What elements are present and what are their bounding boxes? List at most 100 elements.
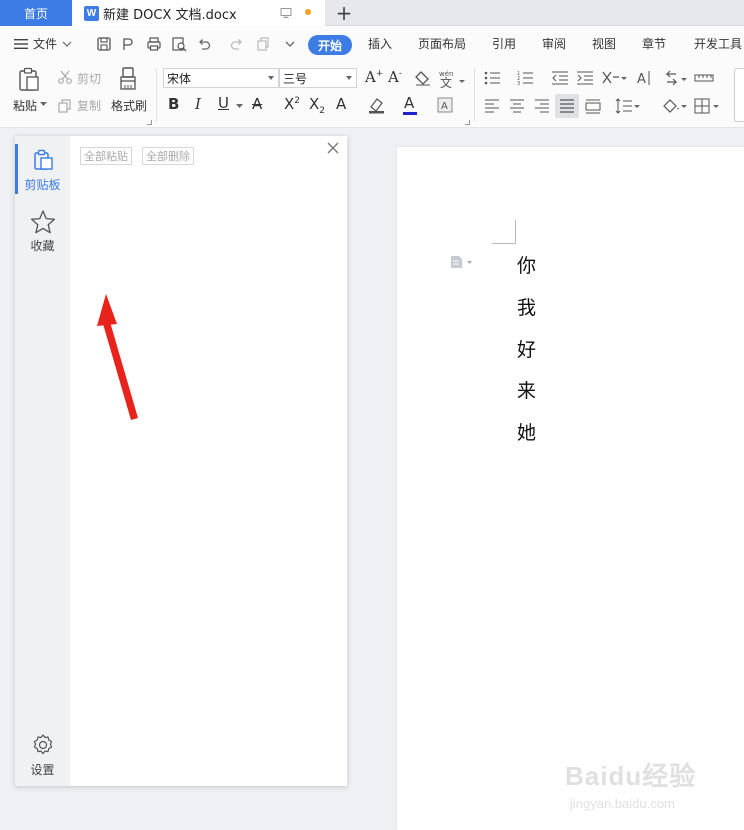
watermark-url: jingyan.baidu.com <box>570 796 675 811</box>
clipboard-pane: 剪贴板 收藏 设置 全部粘贴 全部删除 <box>15 136 347 786</box>
tab-document[interactable]: W 新建 DOCX 文档.docx <box>72 0 325 26</box>
chinese-layout-icon[interactable] <box>601 69 627 87</box>
borders-icon[interactable] <box>694 97 722 115</box>
print-preview-icon[interactable] <box>171 36 187 52</box>
tab-developer-tools[interactable]: 开发工具 <box>694 35 742 52</box>
sidebar-item-label: 剪贴板 <box>24 178 61 192</box>
subscript-icon[interactable]: X2 <box>309 95 325 116</box>
font-group-launcher[interactable] <box>465 120 470 125</box>
distributed-align-icon[interactable] <box>585 98 601 114</box>
paste-label: 粘贴 <box>13 99 38 113</box>
justify-icon <box>560 99 574 113</box>
tab-document-label: 新建 DOCX 文档.docx <box>103 7 237 23</box>
tab-home[interactable]: 首页 <box>0 0 72 26</box>
italic-icon[interactable]: I <box>195 95 201 113</box>
increase-indent-icon[interactable] <box>576 70 594 86</box>
bullet-list-icon[interactable] <box>484 70 504 86</box>
text-direction-icon[interactable] <box>664 70 688 86</box>
copy-format-icon[interactable] <box>255 36 271 52</box>
delete-all-button[interactable]: 全部删除 <box>142 147 194 165</box>
ribbon: 粘贴 剪切 复制 格式刷 宋体 三号 A+ A- wén 文 B I U A X2… <box>0 62 744 128</box>
paste-icon[interactable] <box>16 66 42 92</box>
tab-page-layout[interactable]: 页面布局 <box>418 35 466 52</box>
wps-writer-icon: W <box>84 5 99 21</box>
pinyin-guide-icon[interactable]: wén文 <box>438 68 466 88</box>
superscript-icon[interactable]: X2 <box>284 95 300 113</box>
close-icon[interactable] <box>326 141 340 155</box>
underline-icon[interactable]: U <box>218 94 229 112</box>
tab-review[interactable]: 审阅 <box>542 35 566 52</box>
font-name-select[interactable]: 宋体 <box>163 68 279 88</box>
tab-view[interactable]: 视图 <box>592 35 616 52</box>
clear-format-icon[interactable] <box>414 70 432 86</box>
export-icon[interactable] <box>120 36 136 52</box>
styles-gallery[interactable] <box>734 68 744 122</box>
font-color-icon[interactable]: A <box>404 94 414 112</box>
star-icon <box>30 210 55 234</box>
paste-all-button[interactable]: 全部粘贴 <box>80 147 132 165</box>
hamburger-icon <box>14 38 28 49</box>
svg-text:A: A <box>637 72 646 87</box>
sidebar-item-label: 收藏 <box>30 239 55 253</box>
highlight-icon[interactable] <box>368 96 388 114</box>
justify-button[interactable] <box>555 94 579 118</box>
ribbon-divider <box>156 68 157 122</box>
cut-button[interactable]: 剪切 <box>77 70 101 87</box>
document-line[interactable]: 来 <box>517 376 536 403</box>
line-spacing-icon[interactable] <box>615 97 641 115</box>
font-size-select[interactable]: 三号 <box>279 68 357 88</box>
ribbon-divider <box>474 68 475 122</box>
copy-button[interactable]: 复制 <box>77 97 101 114</box>
document-line[interactable]: 好 <box>517 335 536 362</box>
format-painter-icon[interactable] <box>117 66 141 92</box>
grow-font-icon[interactable]: A+ <box>365 68 383 86</box>
align-left-icon[interactable] <box>484 98 500 114</box>
monitor-icon[interactable] <box>280 7 292 19</box>
quick-access-dropdown-icon[interactable] <box>282 36 298 52</box>
svg-text:3: 3 <box>517 81 520 86</box>
new-tab-button[interactable]: + <box>333 0 355 26</box>
svg-text:文: 文 <box>440 75 452 88</box>
align-right-icon[interactable] <box>534 98 550 114</box>
paragraph-handle-icon[interactable] <box>449 255 473 269</box>
unsaved-dot-icon <box>305 9 311 15</box>
annotation-arrow-icon <box>97 294 138 420</box>
chevron-down-icon <box>62 41 72 47</box>
sidebar-item-favorites[interactable]: 收藏 <box>15 209 70 254</box>
show-hide-marks-icon[interactable]: A <box>635 68 655 88</box>
tab-references[interactable]: 引用 <box>492 35 516 52</box>
tab-sections[interactable]: 章节 <box>642 35 666 52</box>
ruler-icon[interactable] <box>694 70 714 86</box>
paste-dropdown-icon[interactable] <box>40 102 47 107</box>
numbered-list-icon[interactable]: 123 <box>517 70 537 86</box>
file-menu[interactable]: 文件 <box>14 35 72 52</box>
sidebar-item-clipboard[interactable]: 剪贴板 <box>15 148 70 193</box>
save-icon[interactable] <box>96 36 112 52</box>
underline-dropdown-icon[interactable] <box>236 104 243 109</box>
shading-icon[interactable] <box>660 97 688 115</box>
text-effect-icon[interactable]: A <box>336 95 346 113</box>
align-center-icon[interactable] <box>509 98 525 114</box>
redo-icon[interactable] <box>229 36 245 52</box>
cut-icon[interactable] <box>57 69 73 85</box>
format-painter-button[interactable]: 格式刷 <box>111 97 147 114</box>
decrease-indent-icon[interactable] <box>551 70 569 86</box>
print-icon[interactable] <box>146 36 162 52</box>
font-size-value: 三号 <box>283 71 308 86</box>
tab-start[interactable]: 开始 <box>308 35 352 55</box>
clipboard-group-launcher[interactable] <box>147 120 152 125</box>
sidebar-item-settings[interactable]: 设置 <box>15 733 70 778</box>
undo-icon[interactable] <box>196 36 212 52</box>
tab-insert[interactable]: 插入 <box>368 35 392 52</box>
bold-icon[interactable]: B <box>168 95 179 113</box>
document-line[interactable]: 我 <box>517 293 536 320</box>
paste-button[interactable]: 粘贴 <box>13 97 37 114</box>
shrink-font-icon[interactable]: A- <box>388 68 402 86</box>
strikethrough-icon[interactable]: A <box>252 95 262 113</box>
chevron-down-icon <box>268 76 274 80</box>
copy-icon[interactable] <box>57 98 73 114</box>
document-line[interactable]: 她 <box>517 418 536 445</box>
character-shading-icon[interactable]: A <box>437 97 453 113</box>
document-line[interactable]: 你 <box>517 251 536 278</box>
document-page[interactable]: 你 我 好 来 她 <box>397 147 744 830</box>
